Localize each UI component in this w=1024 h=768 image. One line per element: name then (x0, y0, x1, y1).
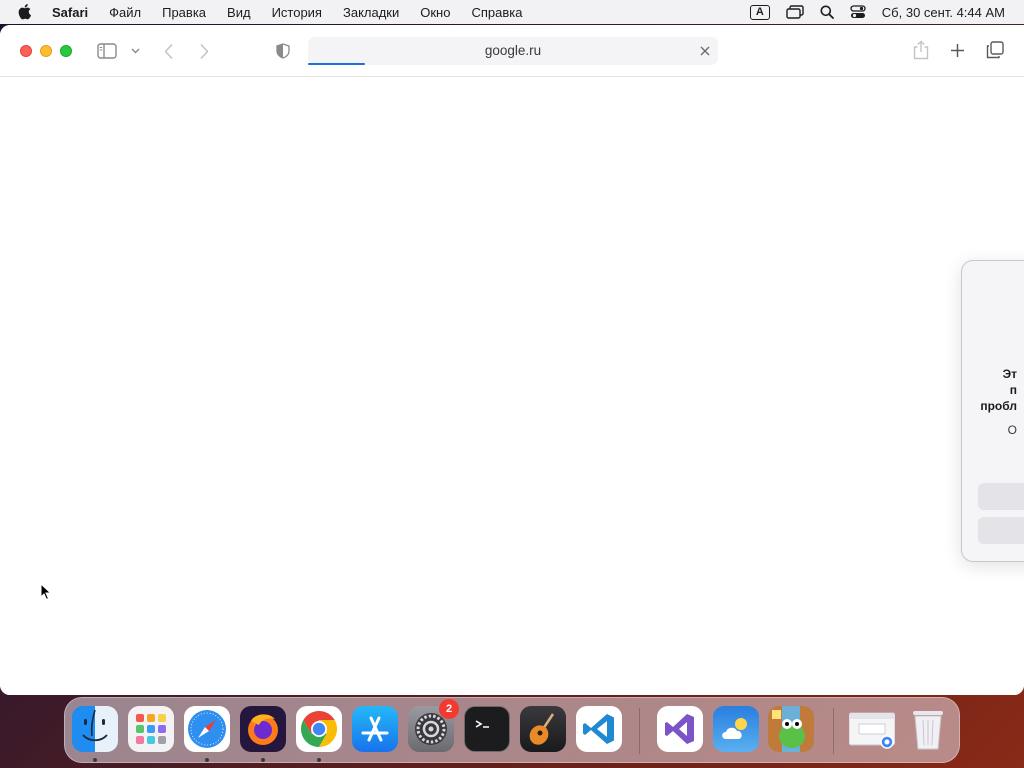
input-source-icon[interactable]: A (749, 4, 770, 20)
menu-help[interactable]: Справка (471, 5, 522, 20)
dock: 2 (64, 697, 960, 763)
safari-toolbar: google.ru (0, 25, 1024, 77)
dialog-primary-button[interactable] (978, 483, 1024, 510)
menu-history[interactable]: История (272, 5, 322, 20)
share-icon[interactable] (911, 39, 931, 61)
firefox-icon (248, 714, 278, 745)
launchpad-icon (136, 714, 166, 744)
dock-minimized-window[interactable] (849, 706, 895, 752)
address-bar[interactable]: google.ru (308, 37, 718, 65)
finder-icon (82, 709, 108, 742)
dock-garageband[interactable] (520, 706, 566, 752)
dock-separator (639, 708, 640, 754)
vscode-icon (583, 714, 614, 744)
minimize-window-button[interactable] (40, 45, 52, 57)
close-icon[interactable] (698, 44, 712, 58)
dock-system-settings[interactable]: 2 (408, 699, 459, 752)
page-load-progress (308, 63, 366, 65)
dock-visual-studio[interactable] (657, 706, 703, 752)
dock-running-indicator (93, 758, 97, 762)
page-content: Эт п пробл О (0, 78, 1024, 695)
dock-launchpad[interactable] (128, 706, 174, 752)
dock-game[interactable] (768, 706, 814, 752)
app-store-icon (361, 716, 389, 742)
back-icon[interactable] (161, 42, 175, 60)
dialog-text-line-4: О (1007, 423, 1017, 437)
window-thumbnail-icon (849, 712, 895, 749)
menu-edit[interactable]: Правка (162, 5, 206, 20)
sidebar-icon[interactable] (96, 42, 118, 60)
close-window-button[interactable] (20, 45, 32, 57)
dock-terminal[interactable] (464, 706, 510, 752)
dialog-text-line-2: п (1009, 383, 1017, 397)
new-tab-icon[interactable] (948, 41, 966, 59)
safari-window: google.ru Эт п пробл О (0, 25, 1024, 695)
dock-weather[interactable] (713, 706, 759, 752)
menu-bookmarks[interactable]: Закладки (343, 5, 399, 20)
dock-chrome[interactable] (296, 706, 342, 752)
dialog-text-line-1: Эт (1002, 367, 1017, 381)
menu-clock[interactable]: Сб, 30 сент. 4:44 AM (882, 5, 1005, 20)
dock-running-indicator (317, 758, 321, 762)
forward-icon[interactable] (197, 42, 211, 60)
guitar-icon (529, 713, 555, 745)
dock-trash[interactable] (905, 706, 951, 752)
menu-window[interactable]: Окно (420, 5, 450, 20)
weather-icon (722, 718, 747, 739)
dock-vscode[interactable] (576, 706, 622, 752)
trash-icon (913, 711, 943, 750)
crocodile-game-icon (768, 706, 814, 752)
address-text: google.ru (484, 43, 542, 58)
dock-separator (833, 708, 834, 754)
chrome-icon (300, 711, 338, 747)
chevron-down-icon[interactable] (130, 46, 140, 56)
dialog-secondary-button[interactable] (978, 517, 1024, 544)
menu-file[interactable]: Файл (109, 5, 141, 20)
menu-app-name[interactable]: Safari (52, 5, 88, 20)
control-center-icon[interactable] (850, 5, 866, 19)
mouse-cursor-icon (40, 582, 52, 606)
menu-view[interactable]: Вид (227, 5, 251, 20)
alert-dialog: Эт п пробл О (961, 260, 1024, 562)
menu-bar: Safari Файл Правка Вид История Закладки … (0, 0, 1024, 24)
zoom-window-button[interactable] (60, 45, 72, 57)
terminal-icon (475, 720, 489, 728)
spotlight-icon[interactable] (820, 5, 834, 19)
dock-app-store[interactable] (352, 706, 398, 752)
dock-running-indicator (205, 758, 209, 762)
apple-icon[interactable] (18, 4, 34, 20)
tab-overview-icon[interactable] (985, 40, 1005, 60)
privacy-shield-icon[interactable] (275, 42, 291, 60)
safari-compass-icon (188, 710, 226, 748)
notification-badge: 2 (439, 699, 459, 719)
dock-running-indicator (261, 758, 265, 762)
screen-mirroring-icon[interactable] (786, 5, 804, 19)
dock-safari[interactable] (184, 706, 230, 752)
input-source-label: A (749, 4, 770, 20)
dock-finder[interactable] (72, 706, 118, 752)
visual-studio-icon (665, 714, 694, 744)
dock-firefox[interactable] (240, 706, 286, 752)
dialog-text-line-3: пробл (980, 399, 1017, 413)
